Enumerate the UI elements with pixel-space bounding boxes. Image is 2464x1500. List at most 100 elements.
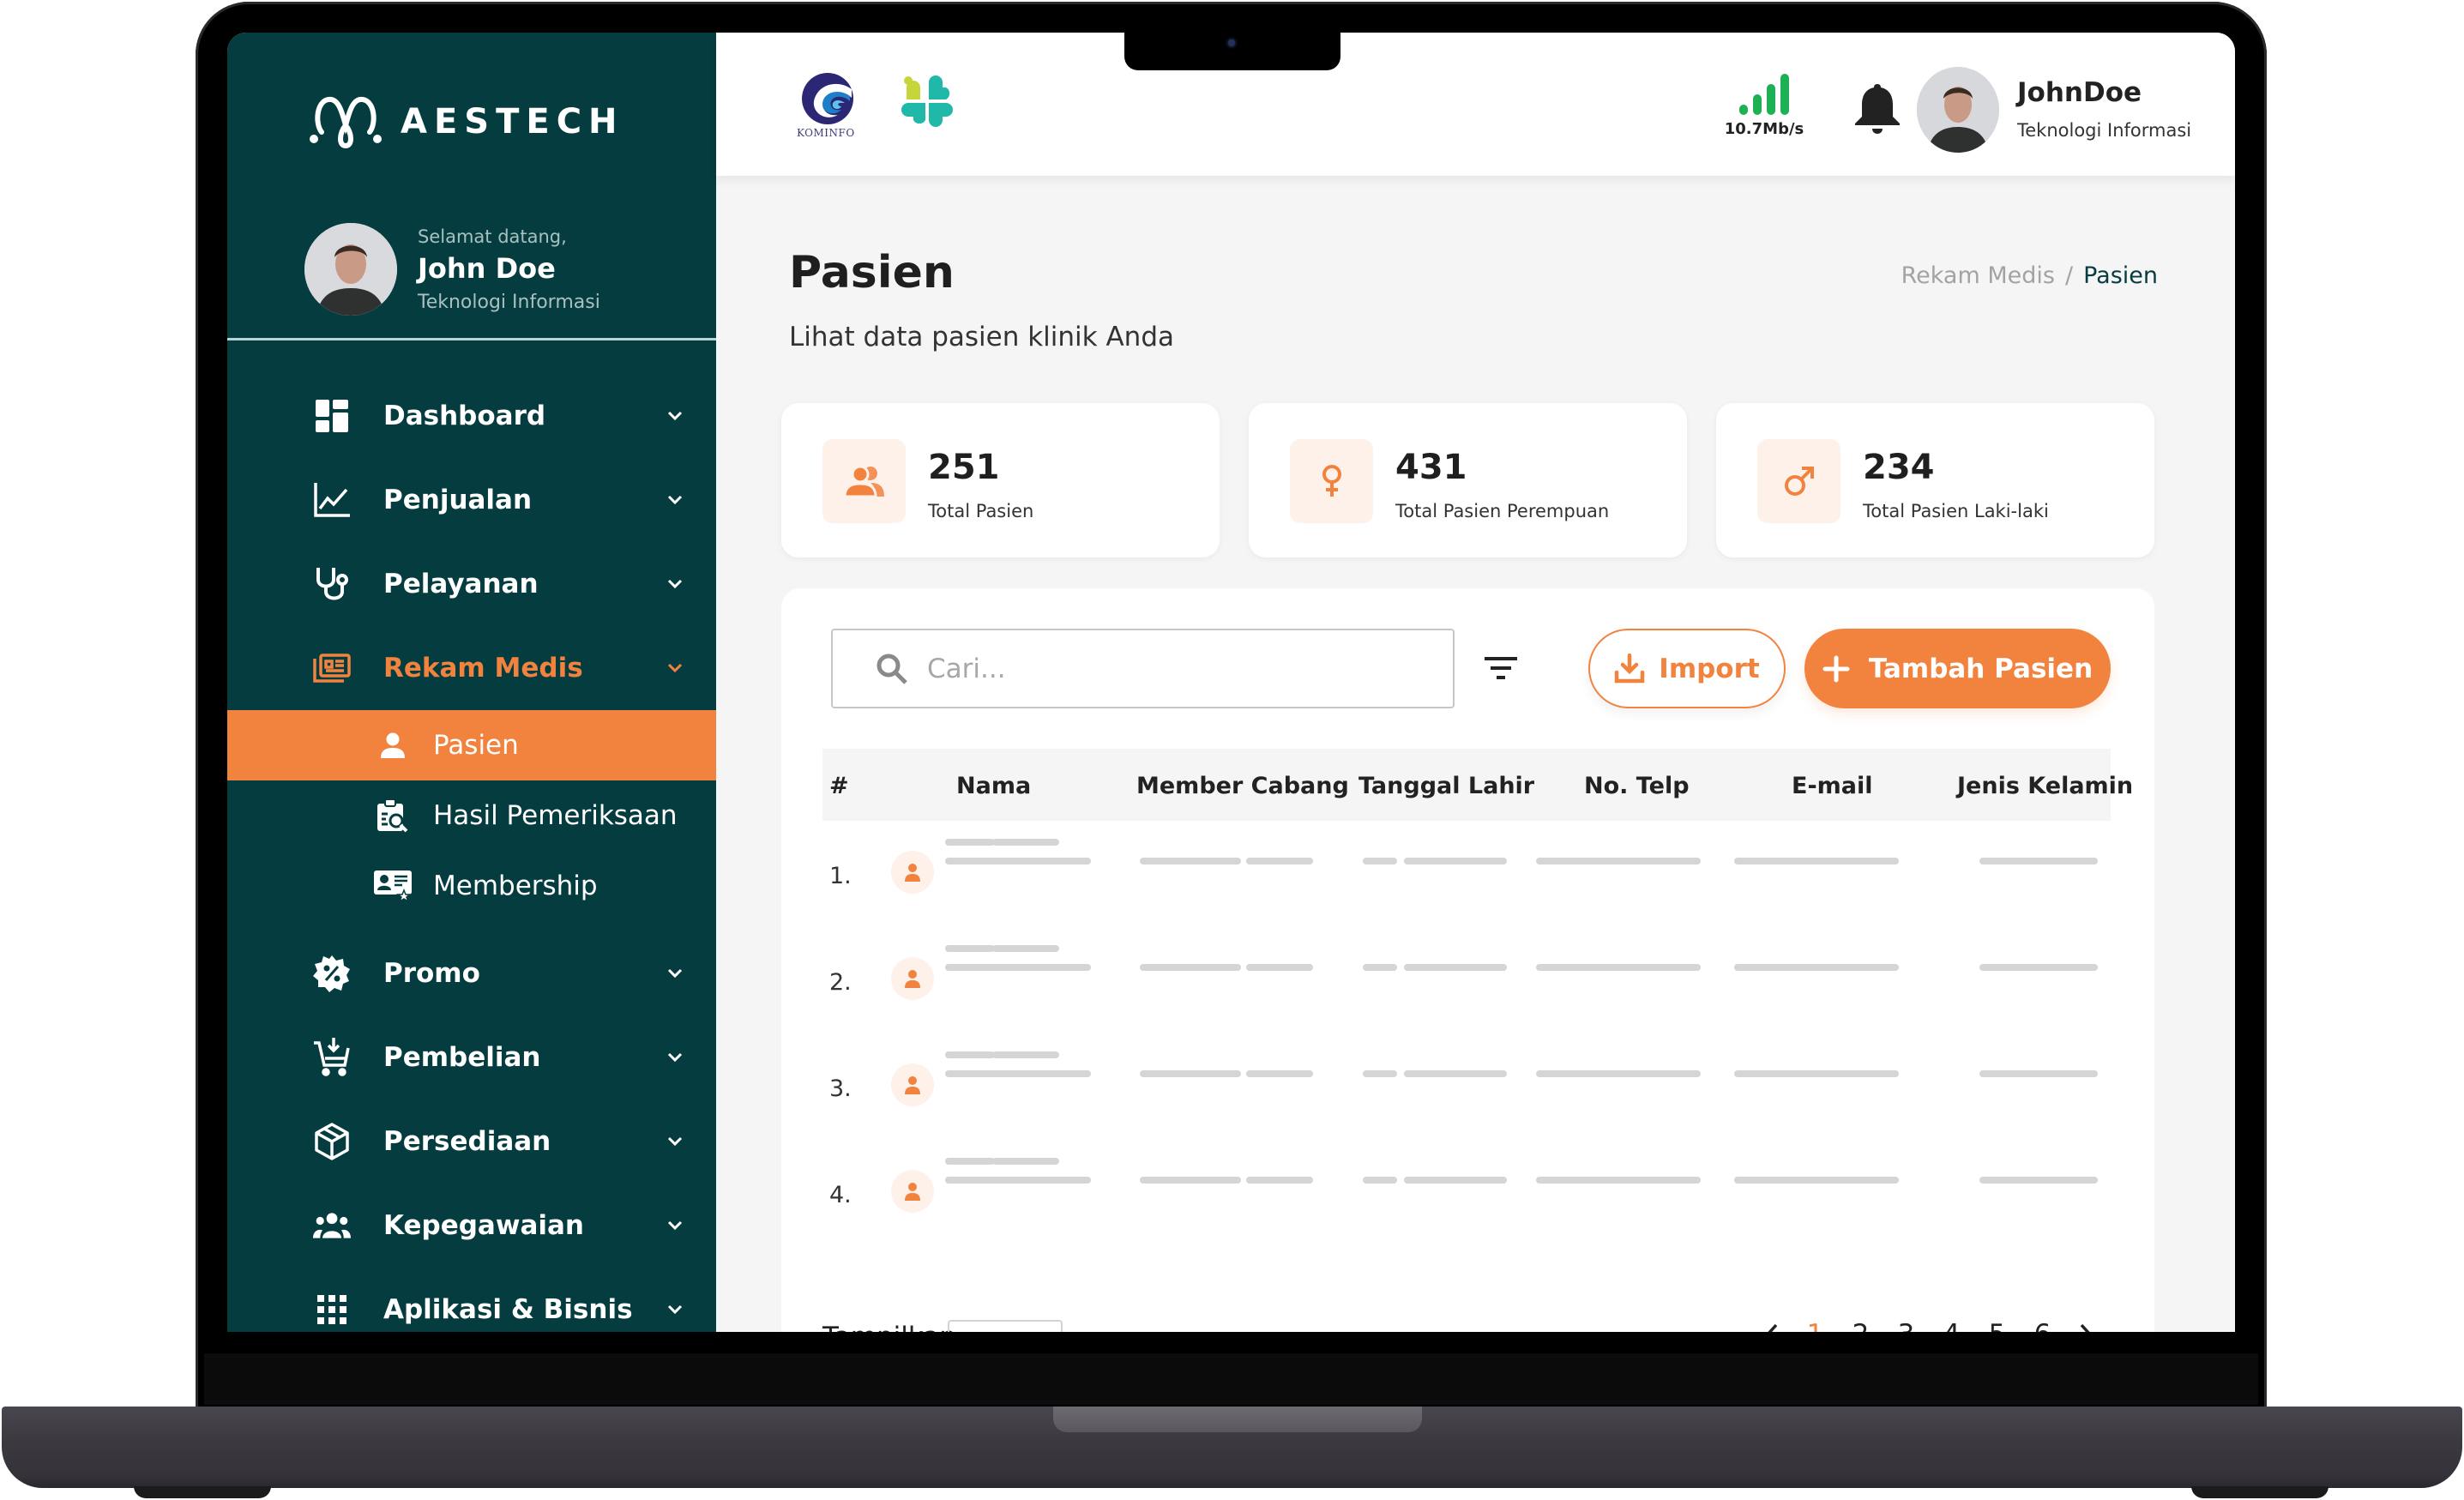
sidebar-item-rekam-medis[interactable]: Rekam Medis (227, 626, 716, 710)
column-header-email[interactable]: E-mail (1792, 773, 1873, 799)
column-header-tanggal-lahir[interactable]: Tanggal Lahir (1359, 773, 1534, 799)
chevron-down-icon (667, 1136, 683, 1147)
search-box[interactable] (831, 629, 1455, 708)
kemenkes-logo (901, 75, 953, 127)
chevron-right-icon[interactable] (2077, 1322, 2094, 1332)
skeleton-placeholder (1536, 1177, 1701, 1184)
user-icon (905, 1076, 920, 1094)
sidebar-item-aplikasi-bisnis[interactable]: Aplikasi & Bisnis (227, 1268, 716, 1332)
import-button-label: Import (1659, 653, 1760, 684)
sidebar-item-pelayanan[interactable]: Pelayanan (227, 542, 716, 626)
bell-icon[interactable] (1855, 84, 1900, 134)
skeleton-placeholder (1140, 1070, 1241, 1077)
row-number: 2. (829, 969, 852, 996)
page-title: Pasien (789, 247, 955, 298)
sidebar-item-label: Pembelian (383, 1042, 541, 1073)
stat-label: Total Pasien (928, 501, 1034, 521)
sidebar-subitem-hasil-pemeriksaan[interactable]: Hasil Pemeriksaan (227, 780, 716, 851)
user-icon (905, 1183, 920, 1201)
add-patient-button[interactable]: Tambah Pasien (1804, 629, 2111, 708)
skeleton-placeholder (945, 1158, 995, 1165)
skeleton-placeholder (992, 1158, 1059, 1165)
filter-icon[interactable] (1485, 655, 1517, 681)
sidebar-item-persediaan[interactable]: Persediaan (227, 1099, 716, 1184)
laptop-foot-left (134, 1486, 271, 1498)
sidebar-nav: Dashboard Penjualan Pelayanan Rekam Medi… (227, 374, 716, 1332)
skeleton-placeholder (1536, 858, 1701, 864)
sidebar-item-promo[interactable]: Promo (227, 931, 716, 1015)
sidebar-item-pembelian[interactable]: Pembelian (227, 1015, 716, 1099)
page-subtitle: Lihat data pasien klinik Anda (789, 322, 1175, 352)
skeleton-placeholder (1404, 964, 1507, 971)
chevron-left-icon[interactable] (1763, 1322, 1780, 1332)
sidebar-item-label: Membership (433, 870, 598, 901)
sidebar-item-dashboard[interactable]: Dashboard (227, 374, 716, 458)
page-2[interactable]: 2 (1850, 1319, 1871, 1332)
skeleton-placeholder (992, 945, 1059, 952)
box-icon (313, 1123, 351, 1160)
sidebar-item-kepegawaian[interactable]: Kepegawaian (227, 1184, 716, 1268)
stat-label: Total Pasien Perempuan (1395, 501, 1610, 521)
skeleton-placeholder (1979, 964, 2098, 971)
column-header-no-telp[interactable]: No. Telp (1584, 773, 1690, 799)
kominfo-logo-text: KOMINFO (797, 127, 855, 139)
breadcrumb-separator: / (2064, 262, 2074, 289)
page-3[interactable]: 3 (1895, 1319, 1917, 1332)
page-1[interactable]: 1 (1804, 1319, 1826, 1332)
sidebar-item-penjualan[interactable]: Penjualan (227, 458, 716, 542)
female-icon (1290, 439, 1373, 523)
table-row[interactable]: 3. (822, 1041, 2111, 1148)
clipboard-search-icon (371, 796, 414, 835)
top-bar: KOMINFO 10.7Mb/s JohnDoe Teknologi Infor… (716, 33, 2235, 176)
sidebar-item-label: Pasien (433, 730, 519, 761)
sidebar-item-label: Promo (383, 958, 480, 989)
column-header-nama[interactable]: Nama (956, 773, 1031, 799)
skeleton-placeholder (1404, 858, 1507, 864)
column-header-number[interactable]: # (829, 773, 849, 799)
sidebar-subitem-pasien[interactable]: Pasien (227, 710, 716, 780)
search-icon (877, 654, 907, 684)
aestech-logo-icon (310, 96, 382, 149)
column-header-jenis-kelamin[interactable]: Jenis Kelamin (1957, 773, 2133, 799)
header-user-department: Teknologi Informasi (2017, 120, 2192, 141)
sidebar-item-label: Penjualan (383, 485, 533, 515)
sidebar-profile[interactable]: Selamat datang, John Doe Teknologi Infor… (304, 223, 600, 316)
chevron-down-icon (667, 1304, 683, 1315)
skeleton-placeholder (1734, 1177, 1899, 1184)
male-icon (1757, 439, 1840, 523)
table-row[interactable]: 1. (822, 828, 2111, 935)
page-size-select[interactable]: 9 (948, 1320, 1063, 1332)
patient-avatar (891, 1170, 934, 1213)
sidebar-item-label: Pelayanan (383, 569, 539, 599)
screen: AESTECH Selamat datang, John Doe Teknolo… (227, 33, 2235, 1332)
header-user-info[interactable]: JohnDoe Teknologi Informasi (2017, 77, 2191, 141)
skeleton-placeholder (945, 858, 1091, 864)
page-size-value: 9 (972, 1331, 989, 1332)
pagination: 1 2 3 4 5 6 (1763, 1319, 2094, 1332)
avatar (304, 223, 397, 316)
greeting-text: Selamat datang, (418, 226, 567, 247)
brand[interactable]: AESTECH (310, 94, 624, 149)
chevron-down-icon (667, 495, 683, 505)
user-icon (905, 970, 920, 988)
skeleton-placeholder (992, 1051, 1059, 1058)
search-input[interactable] (927, 653, 1407, 684)
header-avatar[interactable] (1917, 67, 1999, 153)
page-5[interactable]: 5 (1986, 1319, 2008, 1332)
import-button[interactable]: Import (1588, 629, 1786, 708)
plus-icon (1822, 655, 1850, 682)
page-4[interactable]: 4 (1941, 1319, 1962, 1332)
row-number: 4. (829, 1182, 852, 1208)
skeleton-placeholder (1140, 858, 1241, 864)
breadcrumb-item-rekam-medis[interactable]: Rekam Medis (1901, 262, 2055, 289)
page-6[interactable]: 6 (2032, 1319, 2053, 1332)
table-row[interactable]: 2. (822, 935, 2111, 1041)
table-row[interactable]: 4. (822, 1148, 2111, 1254)
sidebar-subitem-membership[interactable]: Membership (227, 851, 716, 921)
network-indicator[interactable]: 10.7Mb/s (1721, 74, 1807, 138)
brand-name: AESTECH (401, 102, 624, 142)
column-header-member-cabang[interactable]: Member Cabang (1136, 773, 1349, 799)
network-speed: 10.7Mb/s (1724, 120, 1804, 138)
sidebar-item-label: Rekam Medis (383, 653, 583, 684)
skeleton-placeholder (1363, 1177, 1397, 1184)
